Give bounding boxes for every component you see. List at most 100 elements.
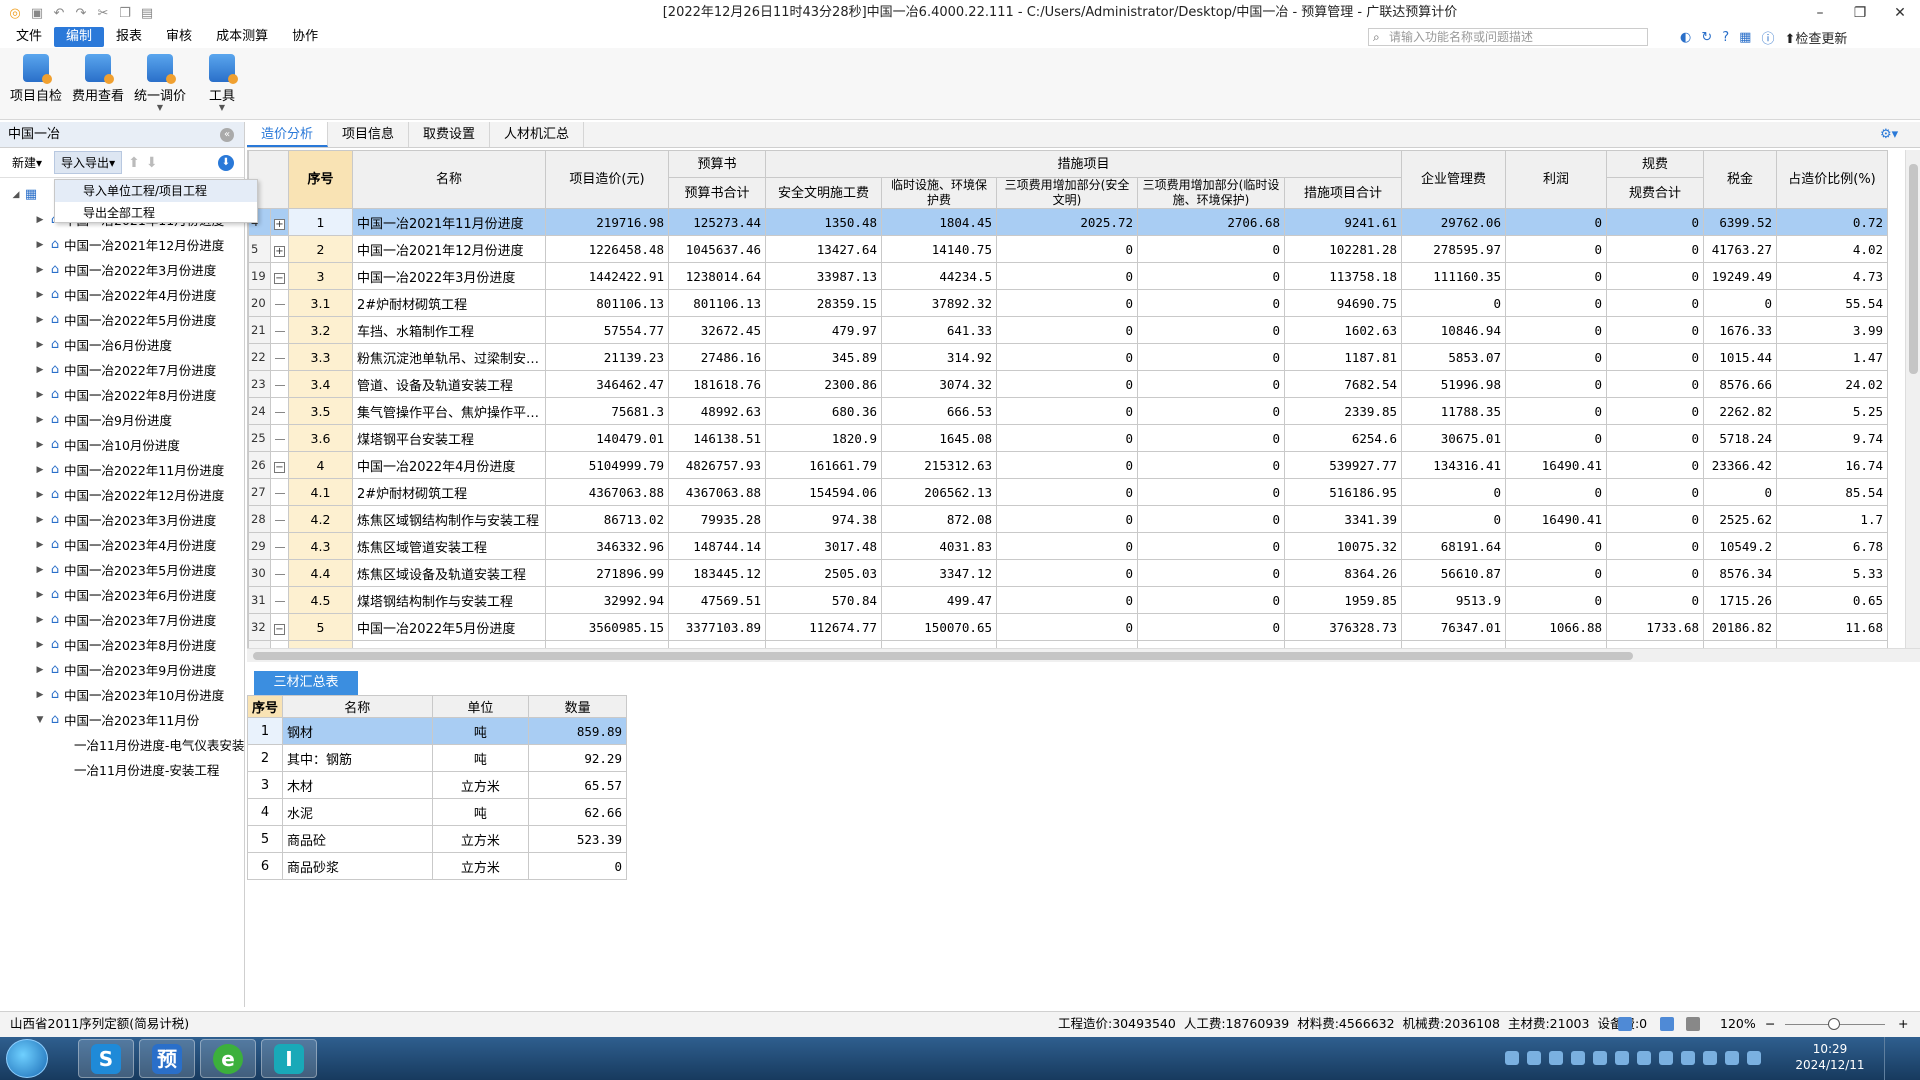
seq-cell[interactable]: 4.5 xyxy=(288,586,353,614)
horizontal-scroll-thumb[interactable] xyxy=(253,652,1633,660)
budget-total-cell[interactable]: 183445.12 xyxy=(668,559,766,587)
expand-icon[interactable]: ▶ xyxy=(34,440,46,450)
tree-item[interactable]: ▶ ⌂ 中国一冶2023年4月份进度 xyxy=(0,532,245,557)
profit-cell[interactable]: 1066.88 xyxy=(1505,613,1607,641)
cost-ratio-cell[interactable]: 16.74 xyxy=(1776,451,1888,479)
table-row[interactable]: 3 木材 立方米 65.57 xyxy=(247,771,627,799)
table-row[interactable]: 21 3.2 车挡、水箱制作工程 57554.77 32672.45 479.97 641.… xyxy=(248,316,1888,344)
fees-total-cell[interactable]: 0 xyxy=(1606,559,1704,587)
header-name[interactable]: 名称 xyxy=(352,150,546,209)
tree-item[interactable]: ▼ ⌂ 中国一冶2023年11月份 xyxy=(0,707,245,732)
tree-toggle-cell[interactable] xyxy=(270,424,289,452)
header-fees[interactable]: 规费 xyxy=(1606,150,1704,178)
measures-total-cell[interactable]: 516186.95 xyxy=(1284,478,1402,506)
tree-toggle-cell[interactable]: − xyxy=(270,451,289,479)
material-quantity-cell[interactable]: 0 xyxy=(528,852,627,880)
expand-icon[interactable]: ▶ xyxy=(34,490,46,500)
profit-cell[interactable]: 0 xyxy=(1505,478,1607,506)
tree-toggle-cell[interactable] xyxy=(270,640,289,648)
three-fee-temp-cell[interactable]: 0 xyxy=(1137,451,1285,479)
material-quantity-cell[interactable]: 523.39 xyxy=(528,825,627,853)
tray-icon-8[interactable] xyxy=(1659,1051,1673,1065)
tax-cell[interactable]: 1715.26 xyxy=(1703,586,1777,614)
material-name-cell[interactable]: 水泥 xyxy=(282,798,433,826)
cost-ratio-cell[interactable]: 0.65 xyxy=(1776,586,1888,614)
tree-item[interactable]: ▶ ⌂ 中国一冶2023年8月份进度 xyxy=(0,632,245,657)
table-row[interactable]: 24 3.5 集气管操作平台、焦炉操作平… 75681.3 48992.63 680.36… xyxy=(248,397,1888,425)
table-row[interactable]: 22 3.3 粉焦沉淀池单轨吊、过梁制安… 21139.23 27486.16 345.8… xyxy=(248,343,1888,371)
name-cell[interactable]: 中国一冶2022年5月份进度 xyxy=(352,613,546,641)
table-row[interactable]: 30 4.4 炼焦区域设备及轨道安装工程 271896.99 183445.12 2505… xyxy=(248,559,1888,587)
safety-fee-cell[interactable]: 154594.06 xyxy=(765,478,882,506)
collapse-row-icon[interactable]: − xyxy=(274,272,285,284)
collapse-icon[interactable]: ▼ xyxy=(34,715,46,725)
tree-child-item[interactable]: 一冶11月份进度-电气仪表安装 xyxy=(0,732,245,757)
unified-price-adjust-button[interactable]: 统一调价 ▼ xyxy=(132,48,188,119)
expand-icon[interactable]: ▶ xyxy=(34,615,46,625)
name-cell[interactable]: 炼焦区域钢结构制作与安装工程 xyxy=(352,505,546,533)
tax-cell[interactable]: 2525.62 xyxy=(1703,505,1777,533)
tree-toggle-cell[interactable] xyxy=(270,289,289,317)
material-unit-cell[interactable]: 立方米 xyxy=(431,852,530,880)
budget-total-cell[interactable]: 1045637.46 xyxy=(668,235,766,263)
seq-cell[interactable]: 3.4 xyxy=(288,370,353,398)
three-fee-safety-cell[interactable]: 0 xyxy=(996,586,1138,614)
temp-facility-fee-cell[interactable]: 14140.75 xyxy=(881,235,997,263)
safety-fee-cell[interactable]: 1350.48 xyxy=(765,208,882,236)
budget-total-cell[interactable]: 801106.13 xyxy=(668,289,766,317)
tree-toggle-cell[interactable] xyxy=(270,559,289,587)
fees-total-cell[interactable]: 0 xyxy=(1606,289,1704,317)
safety-fee-cell[interactable]: 345.89 xyxy=(765,343,882,371)
tray-icon-6[interactable] xyxy=(1615,1051,1629,1065)
three-fee-safety-cell[interactable]: 0 xyxy=(996,370,1138,398)
tray-icon-1[interactable] xyxy=(1505,1051,1519,1065)
fees-total-cell[interactable]: 0 xyxy=(1606,451,1704,479)
copy-icon[interactable]: ❐ xyxy=(116,6,134,21)
name-cell[interactable]: 2#炉耐材砌筑工程 xyxy=(352,478,546,506)
cost-ratio-cell[interactable]: 3.99 xyxy=(1776,316,1888,344)
menu-collaborate[interactable]: 协作 xyxy=(280,27,330,47)
measures-total-cell[interactable]: 9241.61 xyxy=(1284,208,1402,236)
profit-cell[interactable]: 0 xyxy=(1505,370,1607,398)
zoom-in-icon[interactable]: + xyxy=(1898,1012,1908,1036)
safety-fee-cell[interactable]: 570.84 xyxy=(765,586,882,614)
seq-cell[interactable]: 1 xyxy=(288,208,353,236)
tax-cell[interactable]: 8576.66 xyxy=(1703,370,1777,398)
management-fee-cell[interactable]: 0 xyxy=(1401,478,1506,506)
tax-cell[interactable]: 8576.34 xyxy=(1703,559,1777,587)
project-cost-cell[interactable]: 57554.77 xyxy=(545,316,669,344)
seq-cell[interactable]: 2 xyxy=(288,235,353,263)
fees-total-cell[interactable]: 0 xyxy=(1606,505,1704,533)
import-unit-project-item[interactable]: 导入单位工程/项目工程 xyxy=(55,180,257,202)
three-fee-temp-cell[interactable]: 0 xyxy=(1137,370,1285,398)
material-seq-cell[interactable]: 6 xyxy=(247,852,284,880)
safety-fee-cell[interactable]: 2300.86 xyxy=(765,370,882,398)
measures-total-cell[interactable]: 539927.77 xyxy=(1284,451,1402,479)
material-name-cell[interactable]: 钢材 xyxy=(282,717,433,745)
measures-total-cell[interactable]: 113758.18 xyxy=(1284,262,1402,290)
material-name-cell[interactable]: 木材 xyxy=(282,771,433,799)
horizontal-scrollbar[interactable] xyxy=(247,648,1920,662)
name-cell[interactable]: 管道、设备及轨道安装工程 xyxy=(352,370,546,398)
expand-icon[interactable]: ◢ xyxy=(10,190,22,200)
layout-settings-icon[interactable]: ⚙▾ xyxy=(1880,122,1920,147)
management-fee-cell[interactable]: 30675.01 xyxy=(1401,424,1506,452)
three-fee-safety-cell[interactable]: 0 xyxy=(996,478,1138,506)
collapse-row-icon[interactable]: − xyxy=(274,461,285,473)
three-fee-temp-cell[interactable]: 0 xyxy=(1137,262,1285,290)
three-fee-safety-cell[interactable]: 0 xyxy=(996,532,1138,560)
temp-facility-fee-cell[interactable]: 499.47 xyxy=(881,586,997,614)
temp-facility-fee-cell[interactable]: 3347.12 xyxy=(881,559,997,587)
three-fee-safety-cell[interactable]: 0 xyxy=(996,424,1138,452)
expand-icon[interactable]: ▶ xyxy=(34,590,46,600)
tray-icon-3[interactable] xyxy=(1549,1051,1563,1065)
project-cost-cell[interactable]: 32992.94 xyxy=(545,586,669,614)
move-down-icon[interactable]: ⬇ xyxy=(146,155,158,171)
fees-total-cell[interactable]: 0 xyxy=(1606,235,1704,263)
tray-icon-7[interactable] xyxy=(1637,1051,1651,1065)
tax-cell[interactable]: 5718.24 xyxy=(1703,424,1777,452)
cost-ratio-cell[interactable]: 6.78 xyxy=(1776,532,1888,560)
header-temp[interactable]: 临时设施、环境保护费 xyxy=(881,177,997,209)
material-quantity-cell[interactable]: 62.66 xyxy=(528,798,627,826)
expand-icon[interactable]: ▶ xyxy=(34,365,46,375)
